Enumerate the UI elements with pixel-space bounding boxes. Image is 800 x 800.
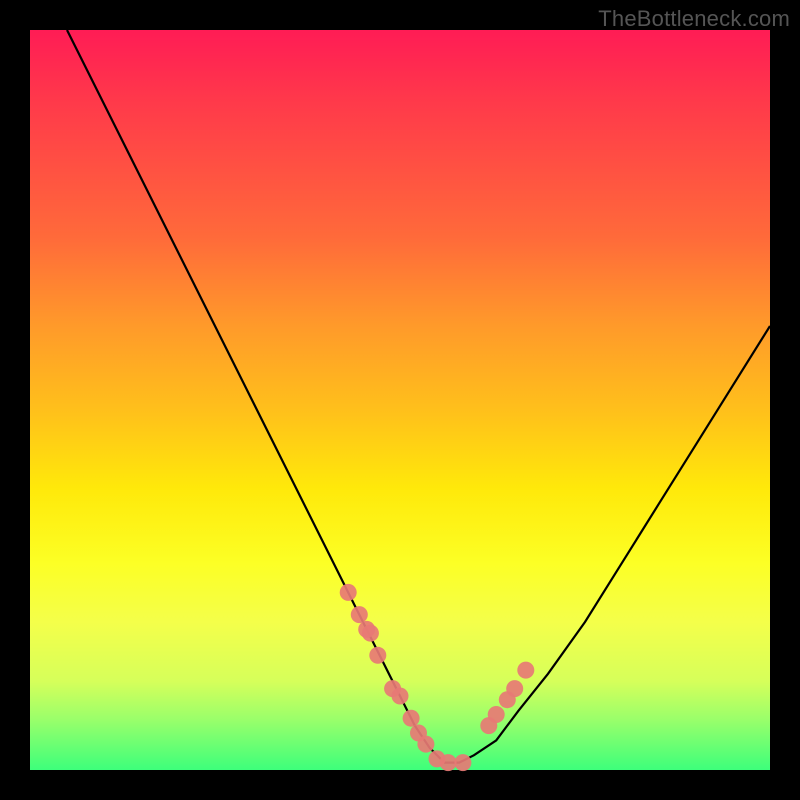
attribution-label: TheBottleneck.com (598, 6, 790, 32)
figure-root: TheBottleneck.com (0, 0, 800, 800)
bottleneck-curve (30, 30, 770, 770)
plot-area (30, 30, 770, 770)
